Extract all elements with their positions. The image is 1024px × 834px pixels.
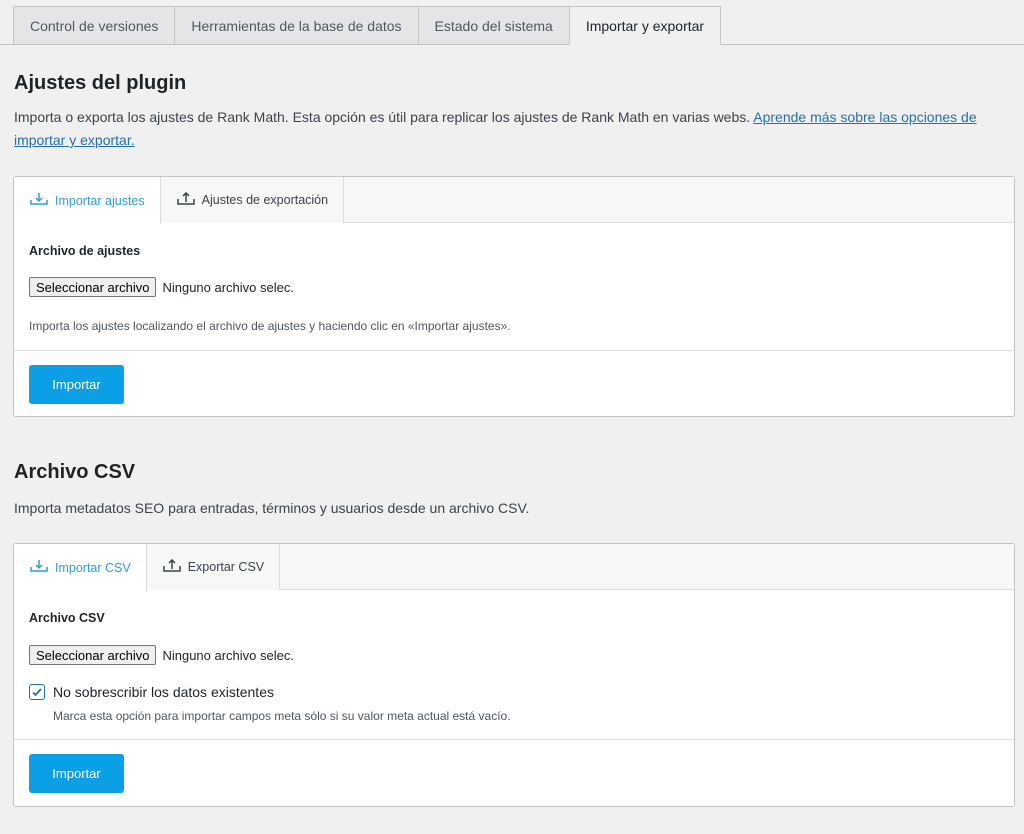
tab-label: Ajustes de exportación [201,193,329,207]
csv-file-input: Seleccionar archivo Ninguno archivo sele… [29,645,294,665]
import-settings-button[interactable]: Importar [29,365,124,404]
plugin-card-tabs: Importar ajustes Ajustes de exportación [14,177,1014,224]
export-icon [162,558,182,576]
tab-estado-del-sistema[interactable]: Estado del sistema [417,6,569,45]
plugin-card-body: Archivo de ajustes Seleccionar archivo N… [14,223,1014,350]
no-overwrite-help: Marca esta opción para importar campos m… [53,709,511,723]
tab-ajustes-exportacion[interactable]: Ajustes de exportación [160,177,345,223]
tab-importar-exportar[interactable]: Importar y exportar [568,6,722,45]
tab-label: Exportar CSV [187,560,265,574]
plugin-desc-text: Importa o exporta los ajustes de Rank Ma… [14,109,754,125]
no-overwrite-label[interactable]: No sobrescribir los datos existentes [53,684,274,700]
tab-herramientas-base-datos[interactable]: Herramientas de la base de datos [174,6,418,45]
tab-control-de-versiones[interactable]: Control de versiones [13,6,175,45]
import-csv-button[interactable]: Importar [29,754,124,793]
tab-importar-csv[interactable]: Importar CSV [14,544,147,591]
csv-file-label: Archivo CSV [29,611,105,625]
csv-card: Importar CSV Exportar CSV Archivo CSV Se… [13,543,1015,807]
tab-exportar-csv[interactable]: Exportar CSV [146,544,281,590]
import-icon [29,192,49,209]
top-tab-bar: Control de versiones Herramientas de la … [13,6,722,45]
tab-importar-ajustes[interactable]: Importar ajustes [14,177,161,224]
file-status: Ninguno archivo selec. [162,647,294,663]
no-overwrite-checkbox[interactable] [29,684,45,700]
plugin-section-description: Importa o exporta los ajustes de Rank Ma… [14,106,1004,152]
file-status: Ninguno archivo selec. [162,279,294,295]
plugin-settings-card: Importar ajustes Ajustes de exportación … [13,176,1015,417]
checkmark-icon [32,688,42,697]
plugin-section-title: Ajustes del plugin [14,72,187,94]
settings-help-text: Importa los ajustes localizando el archi… [29,319,511,333]
export-icon [176,191,196,209]
tab-label: Importar CSV [55,560,131,575]
select-csv-button[interactable]: Seleccionar archivo [29,645,157,665]
import-icon [29,559,49,576]
select-file-button[interactable]: Seleccionar archivo [29,277,157,297]
settings-file-input: Seleccionar archivo Ninguno archivo sele… [29,277,294,297]
no-overwrite-option: No sobrescribir los datos existentes [29,684,274,700]
csv-card-tabs: Importar CSV Exportar CSV [14,544,1014,591]
csv-section-title: Archivo CSV [14,461,136,483]
csv-card-body: Archivo CSV Seleccionar archivo Ninguno … [14,590,1014,739]
settings-file-label: Archivo de ajustes [29,244,141,258]
csv-section-description: Importa metadatos SEO para entradas, tér… [14,500,530,516]
plugin-card-footer: Importar [14,350,1014,417]
tab-label: Importar ajustes [55,193,145,208]
csv-card-footer: Importar [14,739,1014,806]
